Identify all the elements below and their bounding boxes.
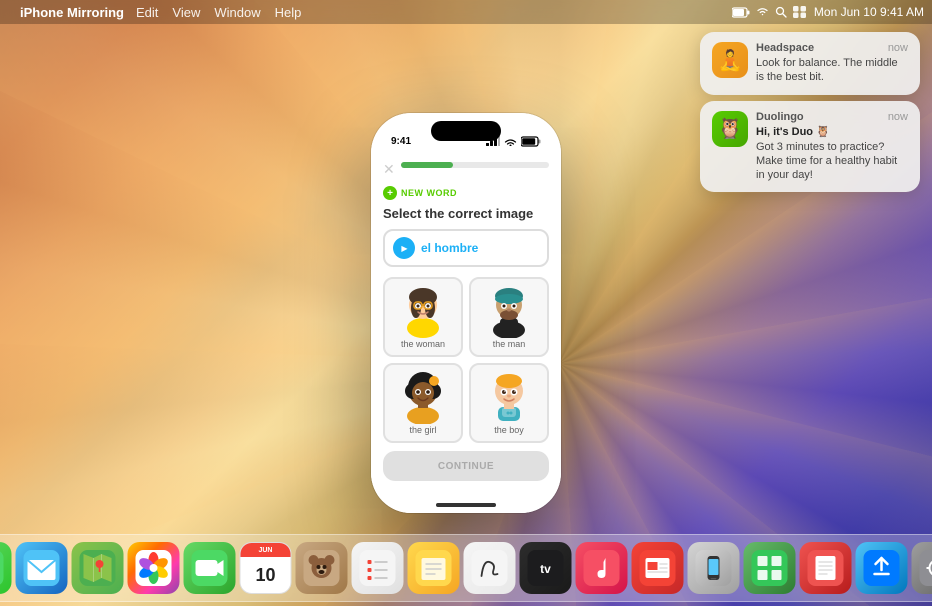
menu-bar-items: Edit View Window Help [136, 5, 301, 20]
notification-headspace[interactable]: 🧘 Headspace now Look for balance. The mi… [700, 32, 920, 95]
headspace-content: Headspace now Look for balance. The midd… [756, 42, 908, 85]
menu-bar-app-name[interactable]: iPhone Mirroring [20, 5, 124, 20]
dock-bear[interactable] [296, 542, 348, 594]
iphone-time: 9:41 [391, 136, 411, 147]
menu-bar-left: iPhone Mirroring Edit View Window Help [8, 5, 301, 20]
menu-view[interactable]: View [172, 5, 200, 20]
target-word: el hombre [421, 241, 478, 255]
woman-image [398, 285, 448, 335]
girl-image [398, 371, 448, 421]
choice-man-label: the man [493, 339, 526, 349]
dock-pages[interactable] [800, 542, 852, 594]
notifications-area: 🧘 Headspace now Look for balance. The mi… [700, 32, 920, 192]
dock: JUN 10 [0, 534, 932, 602]
duolingo-icon: 🦉 [712, 111, 748, 147]
choice-woman[interactable]: the woman [383, 277, 463, 357]
dock-appletv[interactable]: tv [520, 542, 572, 594]
dock-iphone-mirroring[interactable] [688, 542, 740, 594]
duolingo-body: Got 3 minutes to practice? Make time for… [756, 140, 908, 183]
menu-window[interactable]: Window [214, 5, 260, 20]
new-word-badge: NEW WORD [383, 186, 549, 200]
dock-system-prefs[interactable] [912, 542, 932, 594]
dock-photos[interactable] [128, 542, 180, 594]
headspace-time: now [888, 42, 908, 54]
choice-boy-label: the boy [494, 425, 524, 435]
new-word-label: NEW WORD [401, 188, 457, 198]
svg-text:tv: tv [540, 562, 551, 576]
duolingo-time: now [888, 111, 908, 123]
choice-girl[interactable]: the girl [383, 363, 463, 443]
dock-maps[interactable] [72, 542, 124, 594]
choice-man[interactable]: the man [469, 277, 549, 357]
man-image [484, 285, 534, 335]
control-center-icon[interactable] [793, 6, 806, 18]
dock-mail[interactable] [16, 542, 68, 594]
menu-bar-status [732, 6, 806, 18]
continue-button[interactable]: CONTINUE [383, 451, 549, 481]
close-button[interactable]: ✕ [383, 161, 395, 178]
headspace-app-name: Headspace [756, 42, 814, 54]
iphone-dynamic-island [431, 121, 501, 141]
menu-bar-clock: Mon Jun 10 9:41 AM [814, 5, 924, 19]
iphone-app-content: ✕ NEW WORD Select the correct image el h… [371, 157, 561, 513]
dock-music[interactable] [576, 542, 628, 594]
duolingo-content: Duolingo now Hi, it's Duo 🦉 Got 3 minute… [756, 111, 908, 183]
menu-bar: iPhone Mirroring Edit View Window Help [0, 0, 932, 24]
new-word-icon [383, 186, 397, 200]
duolingo-app-name: Duolingo [756, 111, 804, 123]
dock-freeform[interactable] [464, 542, 516, 594]
headspace-body: Look for balance. The middle is the best… [756, 56, 908, 85]
duolingo-header: Duolingo now [756, 111, 908, 123]
wifi-status-icon [504, 136, 517, 146]
dock-notes[interactable] [408, 542, 460, 594]
duolingo-title: Hi, it's Duo 🦉 [756, 125, 908, 138]
dock-reminders[interactable] [352, 542, 404, 594]
menu-bar-right: Mon Jun 10 9:41 AM [732, 5, 924, 19]
choice-boy[interactable]: the boy [469, 363, 549, 443]
choice-girl-label: the girl [409, 425, 436, 435]
choice-woman-label: the woman [401, 339, 445, 349]
dock-appstore[interactable] [856, 542, 908, 594]
word-audio-row: el hombre [383, 229, 549, 267]
spotlight-icon[interactable] [775, 6, 787, 18]
iphone-home-indicator [436, 503, 496, 507]
dock-news[interactable] [632, 542, 684, 594]
audio-button[interactable] [393, 237, 415, 259]
iphone-container: 9:41 [371, 113, 561, 513]
notification-duolingo[interactable]: 🦉 Duolingo now Hi, it's Duo 🦉 Got 3 minu… [700, 101, 920, 193]
dock-numbers[interactable] [744, 542, 796, 594]
dock-facetime[interactable] [184, 542, 236, 594]
menu-edit[interactable]: Edit [136, 5, 158, 20]
iphone-frame: 9:41 [371, 113, 561, 513]
image-choices-grid: the woman [383, 277, 549, 443]
menu-help[interactable]: Help [275, 5, 302, 20]
boy-image [484, 371, 534, 421]
battery-status-icon [521, 136, 541, 147]
headspace-icon: 🧘 [712, 42, 748, 78]
dock-messages[interactable] [0, 542, 12, 594]
progress-bar [401, 162, 549, 168]
iphone-status-bar: 9:41 [371, 113, 561, 157]
headspace-header: Headspace now [756, 42, 908, 54]
wifi-icon [756, 7, 769, 17]
dock-calendar[interactable]: JUN 10 [240, 542, 292, 594]
progress-bar-fill [401, 162, 453, 168]
question-text: Select the correct image [383, 206, 549, 221]
battery-icon [732, 7, 750, 18]
